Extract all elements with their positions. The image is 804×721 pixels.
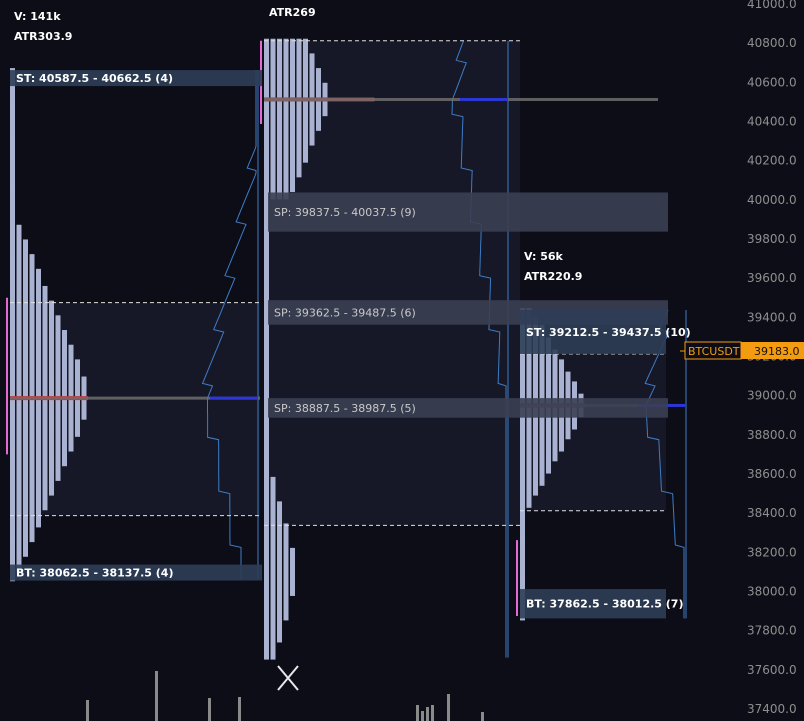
price-tick-label: 38600.0 <box>747 467 797 481</box>
session-2-atr-label: ATR269 <box>269 6 316 19</box>
tpo-block <box>42 285 48 290</box>
tpo-block <box>75 359 80 364</box>
tpo-block <box>572 381 577 386</box>
value-area <box>264 40 520 526</box>
tpo-block <box>29 254 35 259</box>
volume-poc <box>210 396 258 400</box>
volume-bar <box>481 712 484 721</box>
volume-bar <box>447 694 450 721</box>
tpo-block <box>290 547 295 552</box>
single-print-label: BT: 38062.5 - 38137.5 (4) <box>16 567 173 580</box>
current-price-value: 39183.0 <box>754 345 800 358</box>
single-print-label: ST: 39212.5 - 39437.5 (10) <box>526 326 691 339</box>
tpo-block <box>23 239 28 244</box>
single-print-label: SP: 39837.5 - 40037.5 (9) <box>274 206 416 219</box>
tpo-block <box>316 68 321 73</box>
price-tick-label: 39600.0 <box>747 271 797 285</box>
price-tick-label: 41000.0 <box>747 0 797 11</box>
price-tick-label: 38000.0 <box>747 585 797 599</box>
price-tick-label: 37800.0 <box>747 624 797 638</box>
price-tick-label: 39800.0 <box>747 232 797 246</box>
market-profile-chart[interactable]: 41000.0 40800.0 40600.0 40400.0 40200.0 40000… <box>0 0 804 721</box>
tpo-block <box>277 501 282 506</box>
price-tick-label: 40800.0 <box>747 36 797 50</box>
volume-bar <box>238 697 241 721</box>
price-tick-label: 40400.0 <box>747 115 797 129</box>
tpo-block <box>81 376 87 381</box>
session-3-volume-label: V: 56k <box>524 250 564 263</box>
session-1-volume-label: V: 141k <box>14 10 61 23</box>
tpo-block <box>68 344 74 349</box>
single-print-label: SP: 39362.5 - 39487.5 (6) <box>274 306 416 319</box>
tpo-block <box>16 224 22 229</box>
price-tick-label: 37600.0 <box>747 663 797 677</box>
tpo-block <box>62 330 67 335</box>
volume-bar <box>426 707 429 721</box>
tpo-block <box>309 53 315 58</box>
volume-poc <box>460 97 508 101</box>
volume-bar <box>416 705 419 721</box>
price-tick-label: 40600.0 <box>747 75 797 89</box>
price-tick-label: 40200.0 <box>747 154 797 168</box>
price-tick-label: 39400.0 <box>747 310 797 324</box>
current-price-tag: BTCUSDT 39183.0 <box>680 341 804 360</box>
tpo-block <box>578 393 584 398</box>
tpo-block <box>565 371 571 376</box>
current-price-symbol: BTCUSDT <box>688 345 740 358</box>
price-tick-label: 37400.0 <box>747 702 797 716</box>
price-tick-label: 39000.0 <box>747 389 797 403</box>
session-1-atr-label: ATR303.9 <box>14 30 72 43</box>
tpo-block <box>270 476 276 481</box>
tpo-block <box>36 268 41 273</box>
session-3-atr-label: ATR220.9 <box>524 270 582 283</box>
volume-bar <box>431 705 434 721</box>
volume-bar <box>421 711 424 721</box>
price-tick-label: 38800.0 <box>747 428 797 442</box>
single-print-label: BT: 37862.5 - 38012.5 (7) <box>526 598 683 611</box>
single-print-label: SP: 38887.5 - 38987.5 (5) <box>274 402 416 415</box>
price-tick-label: 38200.0 <box>747 545 797 559</box>
tpo-block <box>322 82 328 87</box>
volume-bar <box>86 700 89 721</box>
tpo-block <box>559 359 564 364</box>
volume-bar <box>208 698 211 721</box>
single-print-label: ST: 40587.5 - 40662.5 (4) <box>16 72 173 85</box>
price-tick-label: 40000.0 <box>747 193 797 207</box>
price-tick-label: 38400.0 <box>747 506 797 520</box>
tpo-block <box>55 315 61 320</box>
volume-bar <box>155 671 158 721</box>
